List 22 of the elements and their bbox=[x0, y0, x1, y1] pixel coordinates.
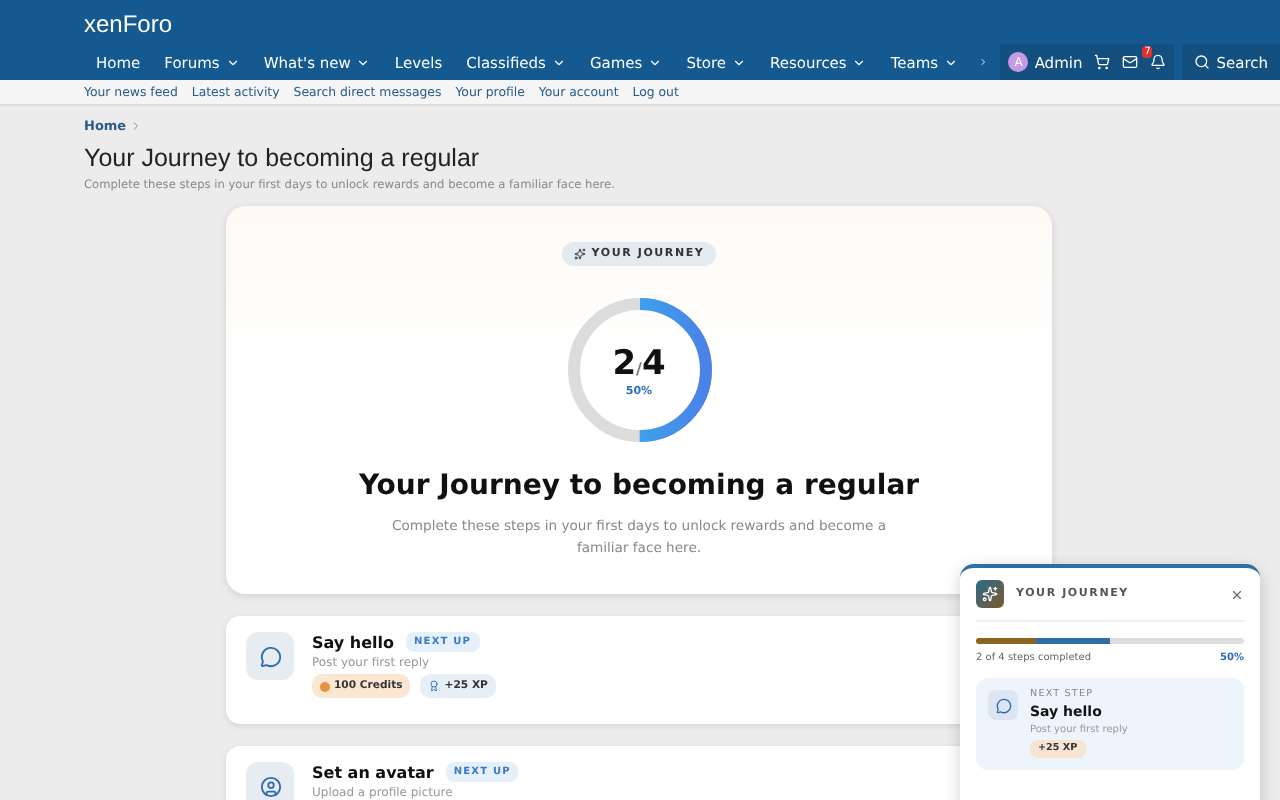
step-title: Set an avatar bbox=[312, 763, 434, 781]
slash-glyph: / bbox=[636, 359, 642, 377]
coin-icon bbox=[320, 681, 330, 691]
total-count: 4 bbox=[641, 343, 666, 383]
cart-icon[interactable] bbox=[1094, 54, 1111, 70]
journey-title: Your Journey to becoming a regular bbox=[358, 470, 920, 502]
close-icon bbox=[1230, 587, 1244, 601]
step-title: Say hello bbox=[312, 633, 395, 651]
close-button[interactable] bbox=[1230, 587, 1244, 601]
mail-icon[interactable] bbox=[1122, 54, 1139, 70]
page-title: Your Journey to becoming a regular bbox=[84, 144, 482, 172]
completed-count: 2 bbox=[612, 343, 637, 383]
sparkle-icon bbox=[573, 248, 586, 260]
chat-bubble-icon bbox=[995, 697, 1011, 713]
chevron-right-icon bbox=[130, 120, 143, 132]
site-logo[interactable]: xenForo bbox=[84, 0, 1280, 44]
bell-icon[interactable] bbox=[1150, 54, 1167, 70]
sparkle-icon bbox=[982, 586, 998, 602]
medal-icon bbox=[428, 680, 441, 692]
user-icon bbox=[259, 775, 281, 797]
chat-bubble-icon bbox=[259, 645, 281, 667]
search-icon bbox=[1194, 54, 1211, 70]
